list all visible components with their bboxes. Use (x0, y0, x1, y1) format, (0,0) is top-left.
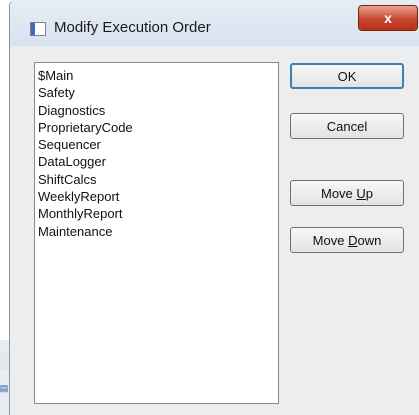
ok-label: OK (337, 68, 357, 84)
list-item[interactable]: WeeklyReport (35, 188, 278, 205)
window-icon (30, 22, 46, 36)
title-bar[interactable]: Modify Execution Order x (10, 0, 419, 46)
list-item[interactable]: $Main (35, 67, 278, 84)
move-down-button[interactable]: Move Down (290, 227, 404, 253)
routine-listbox[interactable]: $Main Safety Diagnostics ProprietaryCode Seq… (34, 62, 279, 404)
list-item[interactable]: DataLogger (35, 153, 278, 170)
ok-button[interactable]: OK (290, 63, 404, 89)
list-item[interactable]: Sequencer (35, 136, 278, 153)
cancel-label: Cancel (326, 118, 368, 134)
list-item[interactable]: Maintenance (35, 223, 278, 240)
dialog-title: Modify Execution Order (54, 19, 211, 36)
list-item[interactable]: MonthlyReport (35, 205, 278, 222)
close-icon: x (384, 10, 392, 26)
close-button[interactable]: x (358, 5, 418, 31)
move-up-button[interactable]: Move Up (290, 180, 404, 206)
move-down-label: Move Down (312, 232, 382, 248)
modify-execution-order-dialog: Modify Execution Order x $Main Safety Diag… (9, 0, 419, 415)
list-item[interactable]: Diagnostics (35, 102, 278, 119)
list-item[interactable]: ProprietaryCode (35, 119, 278, 136)
cancel-button[interactable]: Cancel (290, 113, 404, 139)
move-up-label: Move Up (320, 185, 374, 201)
list-item[interactable]: Safety (35, 84, 278, 101)
list-item[interactable]: ShiftCalcs (35, 171, 278, 188)
